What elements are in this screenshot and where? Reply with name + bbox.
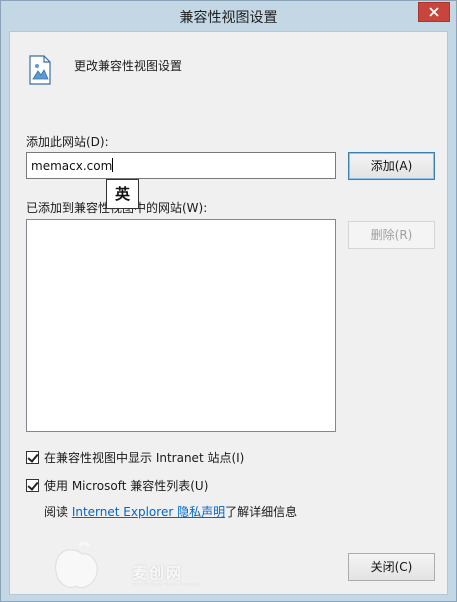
window-close-button[interactable] <box>418 2 450 22</box>
watermark-text: 麦创网 <box>132 564 184 582</box>
ime-indicator: 英 <box>106 179 139 209</box>
privacy-suffix: 了解详细信息 <box>225 505 298 519</box>
watermark: 麦创网 Your FirTools Made Network <box>50 542 230 592</box>
add-site-input-value: memacx.com <box>31 159 113 173</box>
text-caret <box>112 158 114 172</box>
ms-list-label: 使用 Microsoft 兼容性列表(U) <box>44 479 209 493</box>
added-sites-list[interactable] <box>26 219 336 432</box>
dialog-body: 更改兼容性视图设置 添加此网站(D): memacx.com 英 添加(A) 已… <box>9 31 448 595</box>
ms-list-checkbox[interactable] <box>26 479 39 492</box>
intranet-checkbox[interactable] <box>26 451 39 464</box>
add-site-label: 添加此网站(D): <box>26 135 109 149</box>
close-button[interactable]: 关闭(C) <box>348 553 435 581</box>
ms-list-option[interactable]: 使用 Microsoft 兼容性列表(U) <box>26 477 208 494</box>
document-image-icon <box>29 55 51 85</box>
close-icon <box>429 7 439 17</box>
intranet-label: 在兼容性视图中显示 Intranet 站点(I) <box>44 451 245 465</box>
watermark-logo-icon <box>55 542 98 589</box>
intranet-option[interactable]: 在兼容性视图中显示 Intranet 站点(I) <box>26 449 244 466</box>
watermark-subtext: Your FirTools Made Network <box>132 582 201 588</box>
title-bar[interactable]: 兼容性视图设置 <box>1 1 456 31</box>
dialog-header: 更改兼容性视图设置 <box>74 59 183 73</box>
privacy-info: 阅读 Internet Explorer 隐私声明了解详细信息 <box>44 503 297 520</box>
add-site-input[interactable]: memacx.com <box>26 152 336 179</box>
privacy-link[interactable]: Internet Explorer 隐私声明 <box>72 505 225 519</box>
add-button[interactable]: 添加(A) <box>348 152 435 180</box>
window-title: 兼容性视图设置 <box>179 10 278 26</box>
compat-view-dialog: 兼容性视图设置 更改兼容性视图设置 添加此网站(D): memacx.com 英… <box>0 0 457 602</box>
privacy-prefix: 阅读 <box>44 505 72 519</box>
remove-button[interactable]: 删除(R) <box>348 221 435 249</box>
